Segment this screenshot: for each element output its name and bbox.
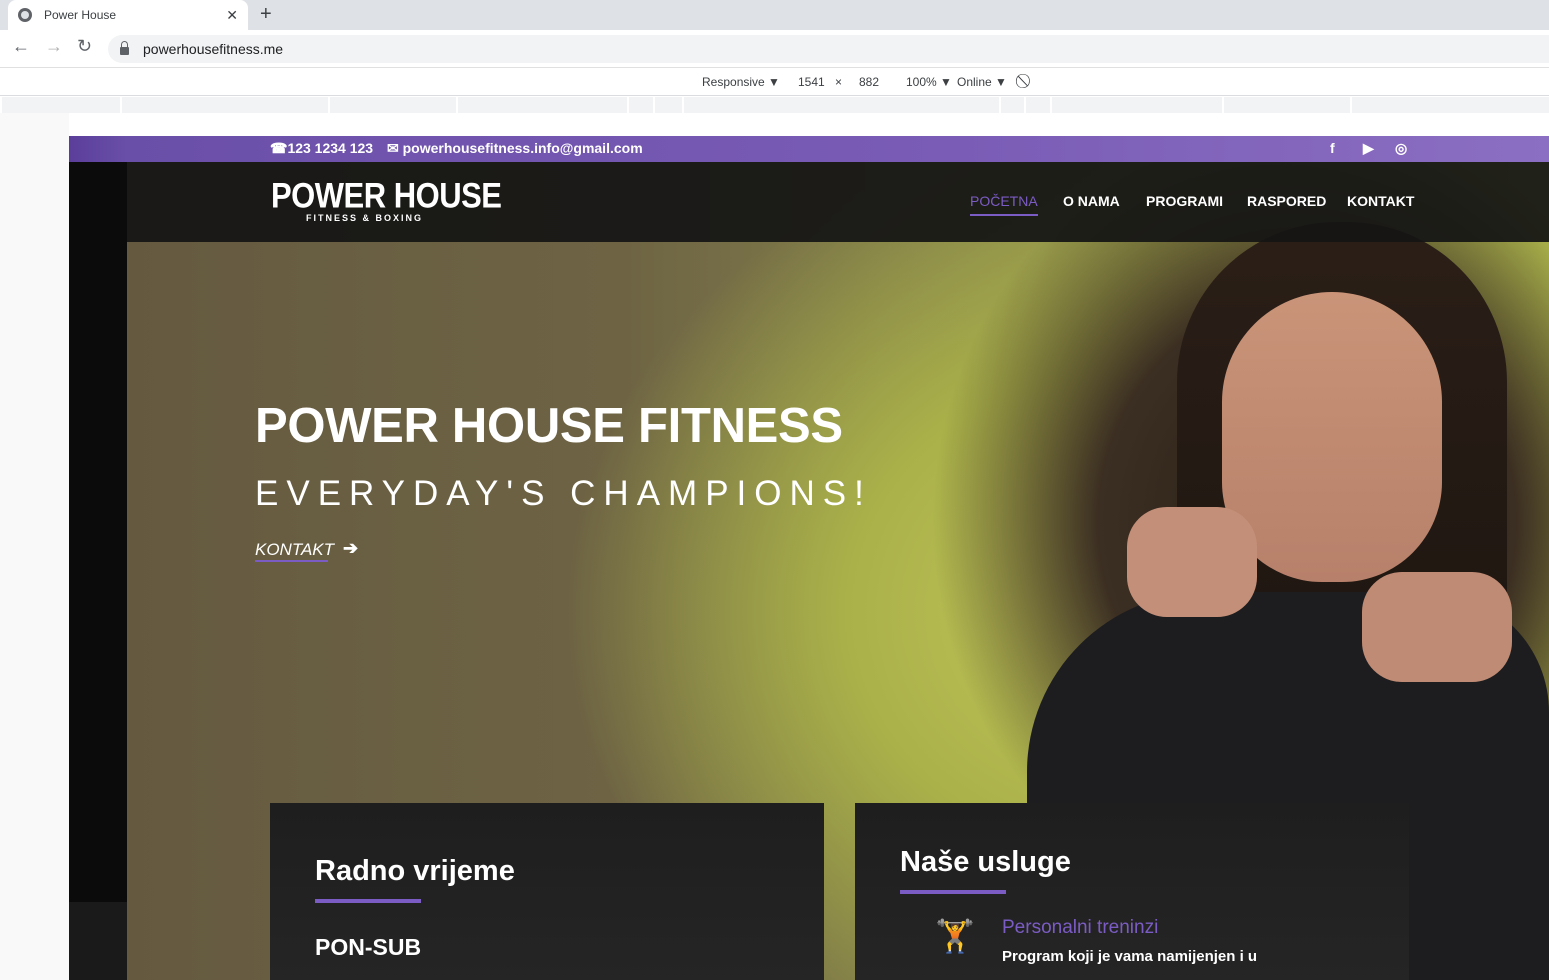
cta-underline [255, 560, 328, 562]
url-text: powerhousefitness.me [143, 41, 284, 57]
globe-icon [18, 8, 32, 22]
youtube-icon[interactable]: ▶ [1363, 140, 1374, 157]
forward-button[interactable]: → [45, 36, 63, 57]
hours-title: Radno vrijeme [315, 855, 515, 887]
services-title-underline [900, 890, 1006, 894]
service-description: Program koji je vama namijenjen i u [1002, 948, 1258, 965]
hero-title: POWER HOUSE FITNESS [255, 399, 843, 453]
nav-pocetna[interactable]: POČETNA [970, 193, 1038, 216]
facebook-icon[interactable]: f [1330, 140, 1335, 156]
service-title[interactable]: Personalni treninzi [1002, 917, 1158, 939]
email-link[interactable]: ✉ powerhousefitness.info@gmail.com [387, 140, 643, 157]
browser-tab[interactable]: Power House ✕ [8, 0, 248, 30]
contact-top-bar: ☎123 1234 123 ✉ powerhousefitness.info@g… [69, 136, 1549, 162]
device-select[interactable]: Responsive ▼ [702, 75, 780, 89]
instagram-icon[interactable]: ◎ [1395, 140, 1407, 157]
times-label: × [835, 75, 843, 89]
tab-title: Power House [44, 8, 117, 22]
nav-programi[interactable]: PROGRAMI [1146, 193, 1223, 209]
device-toolbar: Responsive ▼ 1541 × 882 100% ▼ Online ▼ … [0, 69, 1549, 96]
website-viewport: ☎123 1234 123 ✉ powerhousefitness.info@g… [69, 136, 1549, 980]
width-input[interactable]: 1541 [798, 75, 825, 89]
network-select[interactable]: Online ▼ [957, 75, 1007, 89]
phone-link[interactable]: ☎123 1234 123 [270, 140, 373, 157]
hours-title-underline [315, 899, 421, 903]
new-tab-button[interactable]: + [260, 3, 272, 26]
site-header: POWER HOUSE FITNESS & BOXING POČETNA O N… [127, 162, 1549, 242]
hours-days: PON-SUB [315, 934, 422, 960]
logo[interactable]: POWER HOUSE [271, 175, 502, 216]
hero-person-fist-right [1362, 572, 1512, 682]
nav-kontakt[interactable]: KONTAKT [1347, 193, 1414, 209]
arrow-right-icon[interactable]: ➔ [343, 538, 358, 559]
hero-kontakt-link[interactable]: KONTAKT [255, 540, 334, 560]
hours-card: Radno vrijeme PON-SUB [270, 803, 824, 980]
nav-o-nama[interactable]: O NAMA [1063, 193, 1120, 209]
hero-subtitle: EVERYDAY'S CHAMPIONS! [255, 474, 872, 513]
logo-tagline: FITNESS & BOXING [306, 213, 424, 223]
services-card: Naše usluge 🏋 Personalni treninzi Progra… [855, 803, 1409, 980]
url-input[interactable]: powerhousefitness.me [108, 35, 1549, 63]
services-title: Naše usluge [900, 846, 1071, 878]
browser-tab-bar: Power House ✕ + [0, 0, 1549, 30]
zoom-select[interactable]: 100% ▼ [906, 75, 952, 89]
left-dark-strip [69, 162, 127, 902]
back-button[interactable]: ← [12, 36, 30, 57]
close-tab-icon[interactable]: ✕ [226, 7, 238, 24]
reload-button[interactable]: ↻ [77, 36, 92, 57]
viewport-gutter [0, 113, 69, 980]
hero-person-fist-left [1127, 507, 1257, 617]
left-dark-strip-lower [69, 902, 127, 980]
media-query-ruler[interactable] [2, 97, 1549, 113]
height-input[interactable]: 882 [859, 75, 879, 89]
lock-icon [120, 41, 129, 55]
nav-raspored[interactable]: RASPORED [1247, 193, 1326, 209]
trainer-icon: 🏋 [935, 918, 975, 954]
address-bar: ← → ↻ powerhousefitness.me [0, 30, 1549, 68]
